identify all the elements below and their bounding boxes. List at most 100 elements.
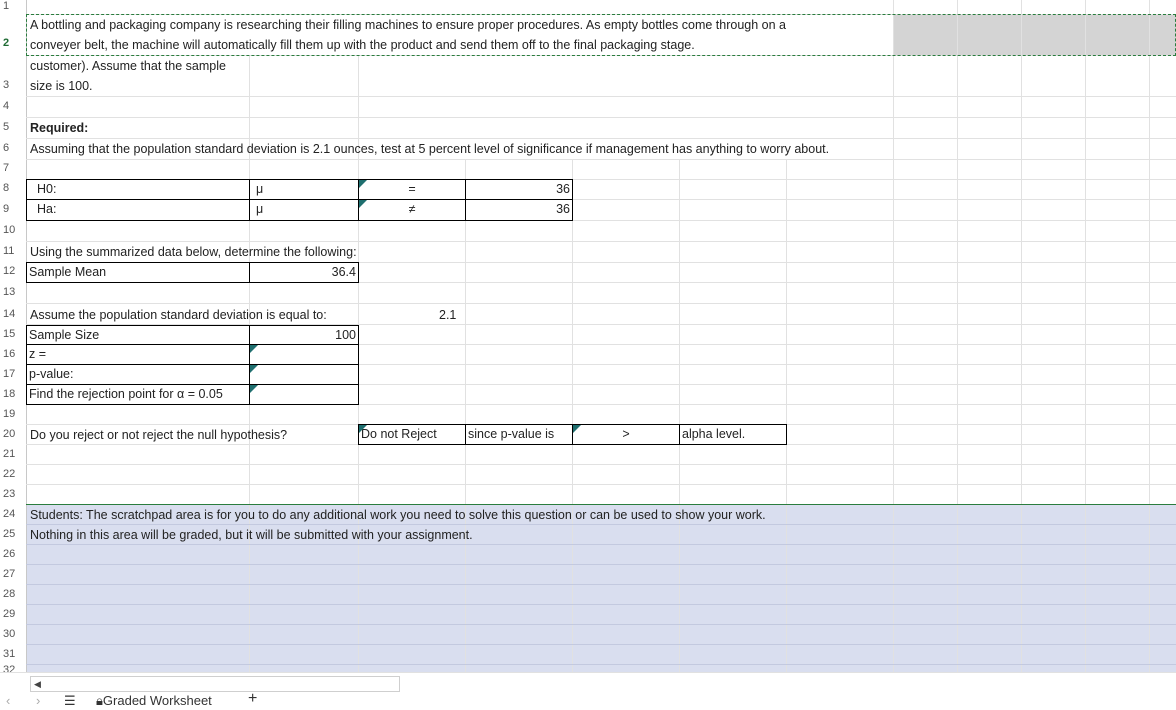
row-number[interactable]: 15 bbox=[0, 328, 26, 340]
row-number[interactable]: 31 bbox=[0, 648, 26, 660]
row-number[interactable]: 32 bbox=[0, 664, 26, 672]
pop-sd-label[interactable]: Assume the population standard deviation… bbox=[28, 306, 329, 324]
row-divider bbox=[26, 138, 1176, 139]
summary-intro[interactable]: Using the summarized data below, determi… bbox=[28, 243, 359, 261]
ha-value-cell[interactable]: 36 bbox=[465, 199, 573, 221]
row-number[interactable]: 28 bbox=[0, 588, 26, 600]
row-number[interactable]: 4 bbox=[0, 100, 26, 112]
row-divider bbox=[26, 664, 1176, 665]
decision-operator[interactable]: > bbox=[572, 424, 680, 445]
column-divider bbox=[465, 160, 466, 672]
row-number[interactable]: 11 bbox=[0, 245, 26, 257]
row-number[interactable]: 19 bbox=[0, 408, 26, 420]
add-sheet-button[interactable]: + bbox=[248, 690, 257, 708]
row-divider bbox=[26, 464, 1176, 465]
pvalue-input[interactable] bbox=[249, 364, 359, 385]
comment-marker bbox=[250, 385, 258, 393]
decision-alpha[interactable]: alpha level. bbox=[679, 424, 787, 445]
row-divider bbox=[26, 584, 1176, 585]
row-number[interactable]: 21 bbox=[0, 448, 26, 460]
row-divider bbox=[26, 484, 1176, 485]
row-divider bbox=[26, 564, 1176, 565]
ha-label-cell[interactable]: Ha: bbox=[26, 199, 250, 221]
intro-text-line3[interactable]: customer). Assume that the sample bbox=[28, 57, 228, 75]
row-number[interactable]: 29 bbox=[0, 608, 26, 620]
column-divider bbox=[1021, 0, 1022, 672]
row-number[interactable]: 24 bbox=[0, 508, 26, 520]
row-number[interactable]: 1 bbox=[0, 0, 26, 12]
row-divider bbox=[26, 241, 1176, 242]
row-number[interactable]: 3 bbox=[0, 79, 26, 91]
comment-marker bbox=[250, 345, 258, 353]
ha-operator-cell[interactable]: ≠ bbox=[358, 199, 466, 221]
sheet-list-icon[interactable]: ☰ bbox=[64, 693, 76, 709]
h0-operator-cell[interactable]: = bbox=[358, 179, 466, 200]
column-divider bbox=[893, 0, 894, 672]
row-divider bbox=[26, 604, 1176, 605]
comment-marker bbox=[359, 200, 367, 208]
scroll-left-icon[interactable]: ◀ bbox=[34, 677, 41, 691]
row-number[interactable]: 13 bbox=[0, 286, 26, 298]
h0-mu-cell[interactable]: μ bbox=[249, 179, 359, 200]
sample-mean-value[interactable]: 36.4 bbox=[249, 262, 359, 283]
row-number[interactable]: 2 bbox=[0, 37, 26, 49]
row-divider bbox=[26, 159, 1176, 160]
sample-mean-label[interactable]: Sample Mean bbox=[26, 262, 250, 283]
row-number[interactable]: 27 bbox=[0, 568, 26, 580]
h0-value-cell[interactable]: 36 bbox=[465, 179, 573, 200]
prev-sheet-icon[interactable]: ‹ bbox=[6, 693, 10, 708]
row-number[interactable]: 30 bbox=[0, 628, 26, 640]
row-divider bbox=[26, 524, 1176, 525]
decision-question[interactable]: Do you reject or not reject the null hyp… bbox=[28, 426, 289, 444]
row-number[interactable]: 23 bbox=[0, 488, 26, 500]
row-number[interactable]: 12 bbox=[0, 265, 26, 277]
decision-since[interactable]: since p-value is bbox=[465, 424, 573, 445]
question-text[interactable]: Assuming that the population standard de… bbox=[28, 140, 831, 158]
sheet-tab-graded-worksheet[interactable]: 🔒︎Graded Worksheet bbox=[96, 693, 212, 709]
row-number[interactable]: 25 bbox=[0, 528, 26, 540]
row-number[interactable]: 17 bbox=[0, 368, 26, 380]
sheet-tab-label: Graded Worksheet bbox=[102, 693, 212, 708]
z-input[interactable] bbox=[249, 344, 359, 365]
row-divider bbox=[26, 624, 1176, 625]
intro-text-line2[interactable]: conveyer belt, the machine will automati… bbox=[28, 36, 697, 54]
intro-text-line4[interactable]: size is 100. bbox=[28, 77, 95, 95]
h0-label-cell[interactable]: H0: bbox=[26, 179, 250, 200]
row-number[interactable]: 26 bbox=[0, 548, 26, 560]
row-number[interactable]: 8 bbox=[0, 182, 26, 194]
row-divider bbox=[26, 303, 1176, 304]
comment-marker bbox=[573, 425, 581, 433]
row-number[interactable]: 14 bbox=[0, 308, 26, 320]
row-number[interactable]: 20 bbox=[0, 428, 26, 440]
row-number[interactable]: 9 bbox=[0, 203, 26, 215]
row-number[interactable]: 6 bbox=[0, 142, 26, 154]
worksheet-grid[interactable]: 1 2 3 4 5 6 7 8 9 10 11 12 13 14 15 16 1… bbox=[0, 0, 1176, 672]
rejection-input[interactable] bbox=[249, 384, 359, 405]
sample-size-label[interactable]: Sample Size bbox=[26, 325, 250, 345]
scratchpad-line1[interactable]: Students: The scratchpad area is for you… bbox=[28, 506, 768, 524]
pop-sd-value[interactable]: 2.1 bbox=[437, 306, 458, 324]
row-number[interactable]: 7 bbox=[0, 162, 26, 174]
next-sheet-icon[interactable]: › bbox=[36, 693, 40, 708]
z-label[interactable]: z = bbox=[26, 344, 250, 365]
scratchpad-line2[interactable]: Nothing in this area will be graded, but… bbox=[28, 526, 475, 544]
rejection-label[interactable]: Find the rejection point for α = 0.05 bbox=[26, 384, 250, 405]
sample-size-value[interactable]: 100 bbox=[249, 325, 359, 345]
decision-answer[interactable]: Do not Reject bbox=[358, 424, 466, 445]
comment-marker bbox=[250, 365, 258, 373]
ha-mu-cell[interactable]: μ bbox=[249, 199, 359, 221]
intro-text-line1[interactable]: A bottling and packaging company is rese… bbox=[28, 16, 788, 34]
row-number[interactable]: 5 bbox=[0, 121, 26, 133]
pvalue-label[interactable]: p-value: bbox=[26, 364, 250, 385]
horizontal-scrollbar[interactable]: ◀ bbox=[30, 676, 400, 692]
column-divider bbox=[1149, 0, 1150, 672]
row-number[interactable]: 22 bbox=[0, 468, 26, 480]
column-divider bbox=[957, 0, 958, 672]
row-divider bbox=[26, 504, 1176, 505]
row-number[interactable]: 16 bbox=[0, 348, 26, 360]
row-number[interactable]: 10 bbox=[0, 224, 26, 236]
row-divider bbox=[26, 544, 1176, 545]
row-divider bbox=[26, 644, 1176, 645]
required-label[interactable]: Required: bbox=[28, 119, 90, 137]
row-number[interactable]: 18 bbox=[0, 388, 26, 400]
